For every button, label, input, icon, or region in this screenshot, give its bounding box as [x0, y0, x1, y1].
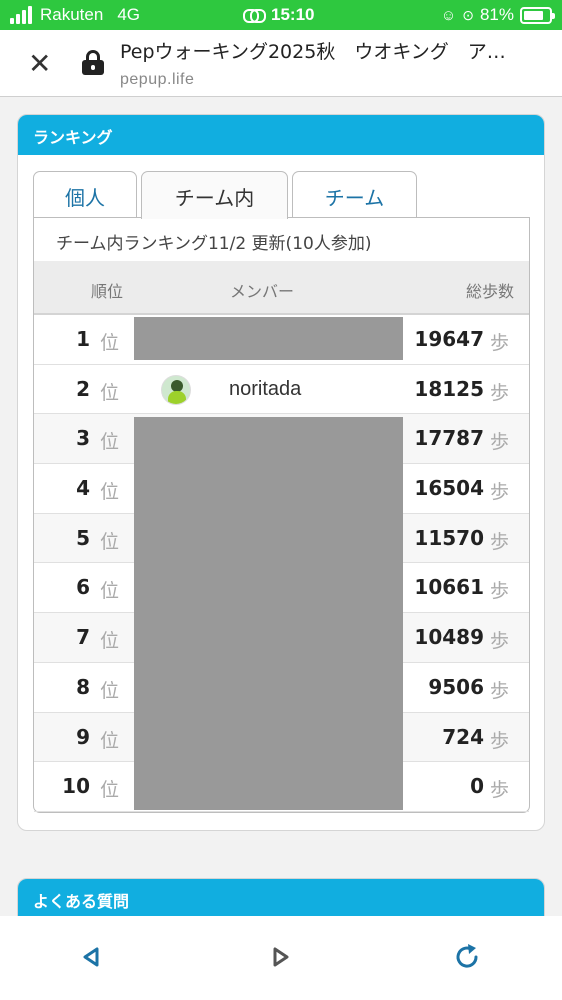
rank-unit: 位 [100, 530, 120, 553]
battery-percent: 81% [479, 5, 514, 24]
browser-nav-bar [0, 916, 562, 1000]
step-count: 724 [442, 724, 484, 749]
steps-unit: 歩 [489, 779, 509, 802]
rank-unit: 位 [100, 481, 120, 504]
rank-number: 10 [62, 774, 90, 799]
rank-number: 4 [76, 476, 90, 501]
battery-icon [520, 6, 555, 24]
ranking-rows: 1位 19647 歩 2位 noritada 18125 歩 3位 17787 歩 4… [34, 315, 529, 812]
rank-unit: 位 [100, 779, 120, 802]
steps-unit: 歩 [489, 431, 509, 454]
steps-unit: 歩 [489, 580, 509, 603]
step-count: 11570 [414, 525, 484, 550]
rank-unit: 位 [100, 729, 120, 752]
lock-icon [82, 50, 104, 76]
step-count: 9506 [428, 674, 484, 699]
step-count: 19647 [414, 327, 484, 351]
avatar [161, 374, 191, 405]
ranking-tabs: 個人 チーム内 チーム [33, 171, 530, 219]
tab-label: チーム内 [174, 186, 255, 210]
col-steps: 総歩数 [465, 282, 514, 301]
page-title: Pepウォーキング2025秋 ウオキング ア… [120, 41, 506, 63]
rank-unit: 位 [100, 679, 120, 702]
redacted-member-block [134, 417, 403, 810]
network-label: 4G [117, 5, 141, 24]
back-triangle-icon[interactable] [76, 942, 106, 972]
signal-icon [10, 6, 32, 24]
ranking-panel: チーム内ランキング11/2 更新(10人参加) 順位 メンバー 総歩数 1位 1… [33, 217, 530, 813]
rank-number: 6 [76, 575, 90, 600]
step-count: 16504 [414, 476, 484, 501]
tab-individual[interactable]: 個人 [33, 171, 137, 218]
step-count: 10661 [414, 575, 484, 600]
steps-unit: 歩 [489, 481, 509, 504]
rank-number: 5 [76, 525, 90, 550]
rank-number: 9 [76, 724, 90, 749]
close-icon[interactable]: ✕ [28, 47, 51, 80]
browser-url-bar: ✕ Pepウォーキング2025秋 ウオキング ア… pepup.life [0, 30, 562, 97]
rotation-lock-icon: ⊙ [462, 6, 474, 23]
steps-unit: 歩 [489, 332, 509, 354]
tab-label: チーム [324, 186, 385, 210]
rank-number: 3 [76, 426, 90, 451]
rank-number: 2 [76, 376, 90, 401]
link-icon [243, 9, 266, 23]
rank-unit: 位 [100, 381, 120, 404]
page-domain: pepup.life [120, 71, 195, 88]
rank-unit: 位 [100, 580, 120, 603]
smile-icon: ☺ [440, 6, 457, 24]
step-count: 17787 [414, 426, 484, 451]
tab-in-team[interactable]: チーム内 [141, 171, 288, 219]
table-row[interactable]: 2位 noritada 18125 歩 [34, 364, 529, 415]
carrier-label: Rakuten [40, 5, 104, 24]
col-rank: 順位 [91, 282, 124, 301]
steps-unit: 歩 [489, 729, 509, 752]
steps-unit: 歩 [489, 630, 509, 653]
tab-label: 個人 [65, 186, 105, 210]
member-name: noritada [229, 377, 302, 400]
ranking-table-header: 順位 メンバー 総歩数 [34, 261, 529, 315]
rank-unit: 位 [100, 332, 120, 354]
reload-icon[interactable] [452, 942, 482, 972]
ranking-card: ランキング 個人 チーム内 チーム チーム内ランキング11/2 更新(10人参加… [17, 114, 545, 831]
steps-unit: 歩 [489, 530, 509, 553]
rank-unit: 位 [100, 630, 120, 653]
col-member: メンバー [230, 282, 295, 301]
ranking-subtitle: チーム内ランキング11/2 更新(10人参加) [56, 234, 372, 254]
rank-number: 8 [76, 674, 90, 699]
tab-team[interactable]: チーム [292, 171, 417, 218]
step-count: 10489 [414, 625, 484, 650]
steps-unit: 歩 [489, 381, 509, 404]
redacted-member [134, 317, 403, 360]
clock: 15:10 [271, 5, 315, 24]
rank-unit: 位 [100, 431, 120, 454]
faq-header: よくある質問 [18, 879, 544, 919]
rank-number: 1 [76, 327, 90, 351]
forward-triangle-icon[interactable] [266, 942, 296, 972]
step-count: 18125 [414, 376, 484, 401]
steps-unit: 歩 [489, 679, 509, 702]
status-bar: Rakuten 4G 15:10 ☺ ⊙ 81% [0, 0, 562, 30]
step-count: 0 [470, 774, 484, 799]
ranking-header: ランキング [18, 115, 544, 155]
rank-number: 7 [76, 625, 90, 650]
